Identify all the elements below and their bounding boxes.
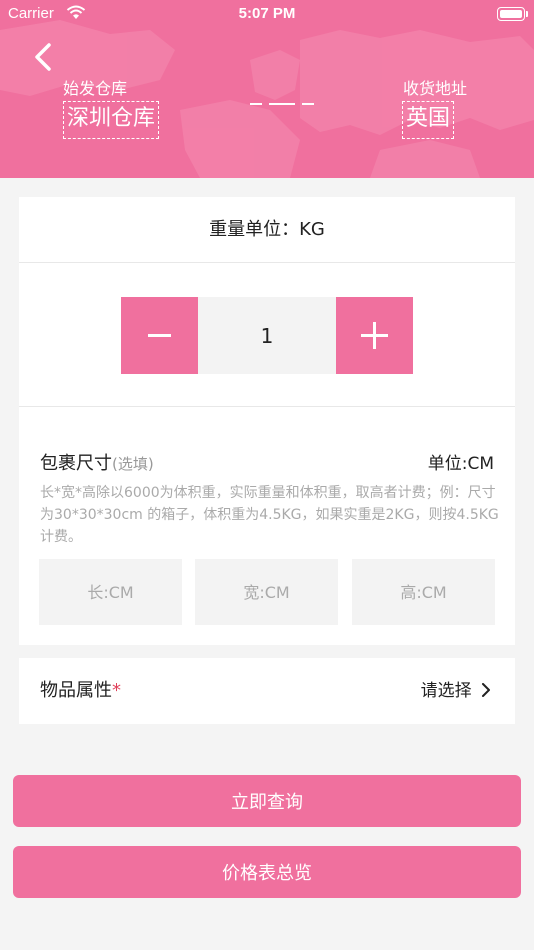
origin-label: 始发仓库 — [63, 79, 128, 98]
item-attribute-text: 物品属性 — [40, 680, 112, 701]
width-input[interactable] — [195, 559, 338, 625]
destination-label: 收货地址 — [403, 79, 468, 98]
chevron-left-icon — [35, 43, 51, 71]
weight-input[interactable] — [198, 297, 336, 374]
destination-address[interactable]: 英国 — [402, 101, 455, 139]
back-button[interactable] — [30, 42, 56, 72]
optional-hint: (选填) — [112, 455, 154, 473]
route-dash-icon — [250, 103, 314, 105]
origin-warehouse[interactable]: 深圳仓库 — [63, 101, 160, 139]
query-button[interactable]: 立即查询 — [13, 775, 521, 827]
package-size-label: 包裹尺寸 — [40, 453, 112, 474]
divider — [19, 406, 515, 407]
item-attribute-select[interactable]: 请选择 — [421, 658, 491, 724]
minus-icon — [148, 334, 171, 337]
volume-weight-note: 长*宽*高除以6000为体积重，实际重量和体积重，取高者计费；例：尺寸为30*3… — [40, 485, 499, 545]
item-attribute-row[interactable]: 物品属性* 请选择 — [19, 658, 515, 724]
weight-stepper — [121, 297, 413, 374]
weight-unit: 重量单位：KG — [19, 197, 515, 263]
price-overview-button[interactable]: 价格表总览 — [13, 846, 521, 898]
increase-button[interactable] — [336, 297, 413, 374]
battery-cap — [526, 11, 528, 17]
size-unit: 单位:CM — [427, 454, 494, 474]
battery-icon — [497, 7, 525, 21]
status-bar: Carrier 5:07 PM — [0, 0, 534, 28]
required-mark: * — [112, 680, 121, 701]
decrease-button[interactable] — [121, 297, 198, 374]
shipping-form-card: 重量单位：KG 包裹尺寸(选填) 单位:CM 长*宽*高除以6000为体积重，实… — [19, 197, 515, 645]
select-placeholder: 请选择 — [420, 681, 472, 701]
height-input[interactable] — [352, 559, 495, 625]
chevron-right-icon — [482, 683, 490, 697]
length-input[interactable] — [39, 559, 182, 625]
package-size-title: 包裹尺寸(选填) — [40, 449, 154, 475]
status-time: 5:07 PM — [238, 5, 296, 22]
item-attribute-label: 物品属性* — [40, 658, 121, 724]
route-header: Carrier 5:07 PM 始发仓库 深圳仓库 收货地址 英国 — [0, 0, 534, 178]
